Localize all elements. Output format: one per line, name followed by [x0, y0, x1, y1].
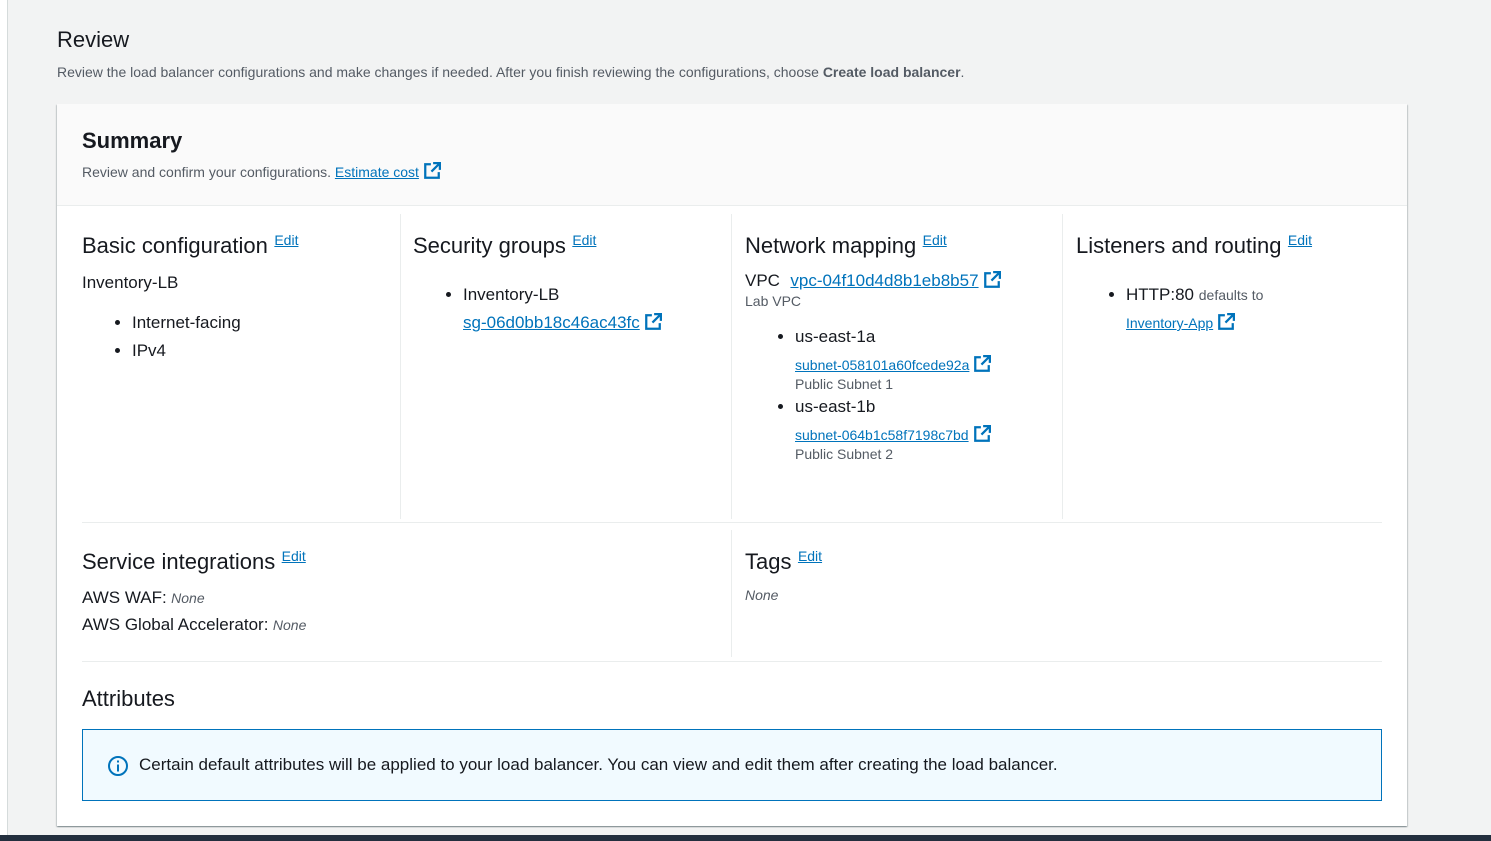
- target-group-link[interactable]: Inventory-App: [1126, 313, 1236, 331]
- subnet-id-label: subnet-058101a60fcede92a: [795, 357, 970, 373]
- external-link-icon: [644, 313, 662, 330]
- summary-description-text: Review and confirm your configurations.: [82, 164, 332, 180]
- section-divider: [82, 522, 1382, 523]
- listeners-list: HTTP:80 defaults to Inventory-App: [1076, 281, 1386, 337]
- target-group-label: Inventory-App: [1126, 315, 1214, 331]
- zone-name: us-east-1a: [795, 327, 876, 346]
- waf-value: None: [171, 590, 205, 606]
- column-divider: [400, 214, 401, 519]
- list-item: us-east-1a subnet-058101a60fcede92a Publ…: [795, 323, 1065, 393]
- summary-title: Summary: [82, 128, 183, 153]
- page-title: Review: [57, 27, 130, 52]
- security-groups-edit-link[interactable]: Edit: [572, 232, 596, 248]
- vpc-name: Lab VPC: [745, 293, 802, 309]
- service-integrations-edit-link[interactable]: Edit: [282, 548, 306, 564]
- security-groups-section: Security groups Edit Inventory-LB sg-06d…: [413, 214, 733, 337]
- subnet-id-link[interactable]: subnet-064b1c58f7198c7bd: [795, 425, 991, 443]
- network-mapping-edit-link[interactable]: Edit: [923, 232, 947, 248]
- column-divider: [1062, 214, 1063, 519]
- security-group-name: Inventory-LB: [463, 285, 560, 304]
- page-description: Review the load balancer configurations …: [57, 64, 964, 80]
- attributes-title: Attributes: [82, 686, 175, 711]
- summary-panel: Summary Review and confirm your configur…: [57, 104, 1407, 826]
- global-accelerator-label: AWS Global Accelerator:: [82, 615, 269, 634]
- attributes-info-alert: Certain default attributes will be appli…: [82, 729, 1382, 801]
- subnet-id-link[interactable]: subnet-058101a60fcede92a: [795, 355, 992, 373]
- defaults-to-text: defaults to: [1198, 287, 1264, 303]
- list-item: us-east-1b subnet-064b1c58f7198c7bd Publ…: [795, 393, 1065, 463]
- external-link-icon: [974, 355, 992, 372]
- vpc-id-label: vpc-04f10d4d8b1eb8b57: [790, 271, 979, 290]
- security-groups-list: Inventory-LB sg-06d0bb18c46ac43fc: [413, 281, 733, 337]
- external-link-icon: [973, 425, 991, 442]
- list-item: Inventory-LB sg-06d0bb18c46ac43fc: [463, 281, 733, 337]
- tags-edit-link[interactable]: Edit: [798, 548, 822, 564]
- bottom-bar: [0, 835, 1491, 841]
- basic-configuration-title: Basic configuration: [82, 233, 268, 258]
- global-accelerator-value: None: [272, 617, 307, 633]
- zone-name: us-east-1b: [795, 397, 876, 416]
- section-divider: [82, 661, 1382, 662]
- summary-description: Review and confirm your configurations. …: [82, 162, 441, 180]
- service-integrations-title: Service integrations: [82, 549, 276, 574]
- external-link-icon: [424, 162, 441, 179]
- page-description-prefix: Review the load balancer configurations …: [57, 64, 823, 80]
- basic-configuration-section: Basic configuration Edit Inventory-LB In…: [82, 214, 392, 365]
- listeners-title: Listeners and routing: [1076, 233, 1282, 258]
- list-item: Internet-facing: [132, 309, 392, 337]
- service-integrations-section: Service integrations Edit AWS WAF: None …: [82, 530, 722, 639]
- network-mapping-title: Network mapping: [745, 233, 917, 258]
- security-group-id-label: sg-06d0bb18c46ac43fc: [463, 313, 640, 332]
- security-groups-title: Security groups: [413, 233, 566, 258]
- tags-title: Tags: [745, 549, 792, 574]
- listeners-section: Listeners and routing Edit HTTP:80 defau…: [1076, 214, 1386, 337]
- external-link-icon: [983, 271, 1001, 288]
- external-link-icon: [1218, 313, 1236, 330]
- left-rail: [0, 0, 8, 841]
- network-mapping-section: Network mapping Edit VPC vpc-04f10d4d8b1…: [745, 214, 1065, 463]
- security-group-id-link[interactable]: sg-06d0bb18c46ac43fc: [463, 313, 662, 332]
- subnet-name: Public Subnet 1: [795, 376, 894, 392]
- waf-label: AWS WAF:: [82, 588, 167, 607]
- column-divider: [731, 530, 732, 657]
- subnet-name: Public Subnet 2: [795, 446, 894, 462]
- basic-configuration-edit-link[interactable]: Edit: [274, 232, 298, 248]
- list-item: IPv4: [132, 337, 392, 365]
- availability-zones-list: us-east-1a subnet-058101a60fcede92a Publ…: [745, 323, 1065, 463]
- attributes-info-text: Certain default attributes will be appli…: [139, 755, 1058, 774]
- tags-section: Tags Edit None: [745, 530, 1385, 603]
- list-item: HTTP:80 defaults to Inventory-App: [1126, 281, 1386, 337]
- subnet-id-label: subnet-064b1c58f7198c7bd: [795, 427, 969, 443]
- listeners-edit-link[interactable]: Edit: [1288, 232, 1312, 248]
- estimate-cost-link[interactable]: Estimate cost: [334, 162, 441, 180]
- vpc-id-link[interactable]: vpc-04f10d4d8b1eb8b57: [790, 271, 1001, 290]
- column-divider: [731, 214, 732, 519]
- vpc-label: VPC: [745, 271, 780, 290]
- page-description-bold: Create load balancer: [822, 64, 961, 80]
- listener-protocol-port: HTTP:80: [1126, 285, 1195, 304]
- tags-value: None: [745, 587, 779, 603]
- load-balancer-name: Inventory-LB: [82, 273, 179, 292]
- page-description-suffix: .: [960, 64, 965, 80]
- estimate-cost-label: Estimate cost: [334, 164, 419, 180]
- basic-configuration-list: Internet-facing IPv4: [82, 309, 392, 365]
- info-icon: [108, 756, 128, 776]
- summary-header: Summary Review and confirm your configur…: [57, 104, 1407, 206]
